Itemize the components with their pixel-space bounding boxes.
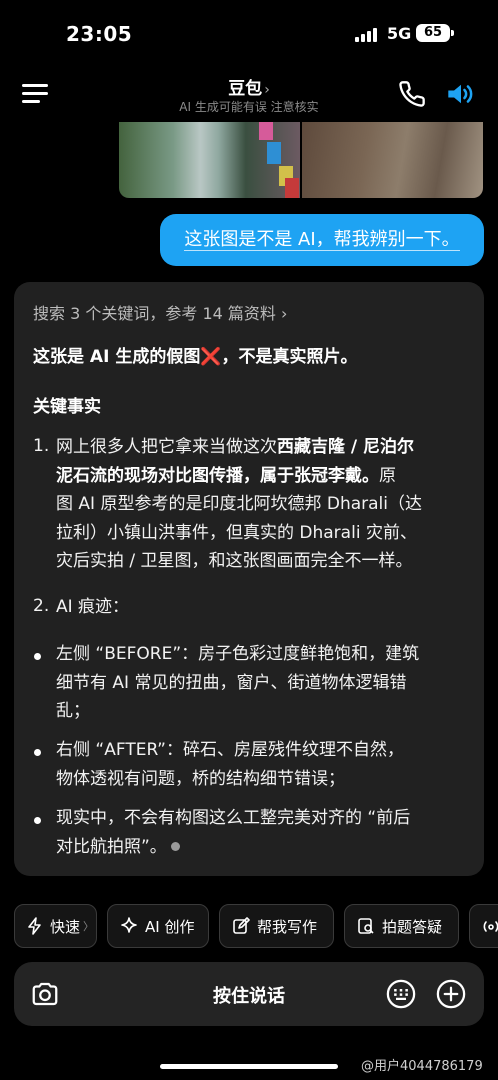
keyboard-icon[interactable]	[386, 979, 416, 1009]
answer-headline: 这张是 AI 生成的假图❌，不是真实照片。	[33, 347, 358, 367]
network-label: 5G	[387, 24, 412, 43]
after-image	[302, 122, 483, 198]
chip-writing[interactable]: 帮我写作	[219, 904, 334, 948]
edit-icon	[233, 917, 250, 934]
answer-item-2: AI 痕迹：	[56, 597, 130, 617]
watermark: @用户4044786179	[361, 1059, 483, 1074]
answer-bullet-1: 左侧 “BEFORE”：房子色彩过度鲜艳饱和，建筑 细节有 AI 常见的扭曲，窗…	[56, 644, 420, 721]
answer-item-1: 网上很多人把它拿来当做这次西藏吉隆 / 尼泊尔 泥石流的现场对比图传播，属于张冠…	[56, 437, 422, 571]
chip-photo-question[interactable]: 拍题答疑	[344, 904, 459, 948]
bullet-dot	[34, 653, 41, 660]
chat-header: 豆包 › AI 生成可能有误 注意核实	[0, 66, 498, 122]
list-number: 1.	[33, 436, 50, 456]
typing-indicator	[170, 842, 180, 851]
section-title: 关键事实	[33, 397, 101, 417]
speaker-icon[interactable]	[446, 80, 476, 108]
user-message-bubble[interactable]: 这张图是不是 AI，帮我辨别一下。	[160, 214, 484, 266]
cross-mark-icon: ❌	[200, 347, 222, 367]
scan-question-icon	[358, 918, 374, 934]
broadcast-icon	[483, 921, 498, 932]
chip-ai-create[interactable]: AI 创作	[107, 904, 209, 948]
quick-actions: 快速〉 AI 创作 帮我写作 拍题答疑	[0, 904, 498, 948]
status-time: 23:05	[66, 22, 133, 46]
shared-image[interactable]	[119, 122, 483, 198]
input-bar: 按住说话	[14, 962, 484, 1026]
assistant-answer-card: 搜索 3 个关键词，参考 14 篇资料 › 这张是 AI 生成的假图❌，不是真实…	[14, 282, 484, 876]
chip-more[interactable]	[469, 904, 498, 948]
chip-fast[interactable]: 快速〉	[14, 904, 97, 948]
chevron-right-icon: ›	[264, 82, 270, 98]
bullet-dot	[34, 749, 41, 756]
battery-icon: 65	[416, 24, 454, 42]
search-references-link[interactable]: 搜索 3 个关键词，参考 14 篇资料 ›	[33, 300, 287, 324]
bullet-dot	[34, 817, 41, 824]
lightning-icon	[28, 917, 41, 935]
plus-icon[interactable]	[436, 979, 466, 1009]
phone-icon[interactable]	[398, 80, 426, 108]
home-indicator	[160, 1064, 338, 1069]
signal-icon	[355, 28, 379, 42]
before-image	[119, 122, 300, 198]
sparkle-icon	[121, 917, 137, 933]
answer-bullet-2: 右侧 “AFTER”：碎石、房屋残件纹理不自然， 物体透视有问题，桥的结构细节错…	[56, 740, 404, 789]
list-number: 2.	[33, 596, 50, 616]
chevron-right-icon: 〉	[83, 920, 95, 933]
status-bar: 23:05 5G 65	[0, 0, 498, 66]
answer-bullet-3: 现实中，不会有构图这么工整完美对齐的 “前后 对比航拍照”。	[56, 808, 411, 857]
